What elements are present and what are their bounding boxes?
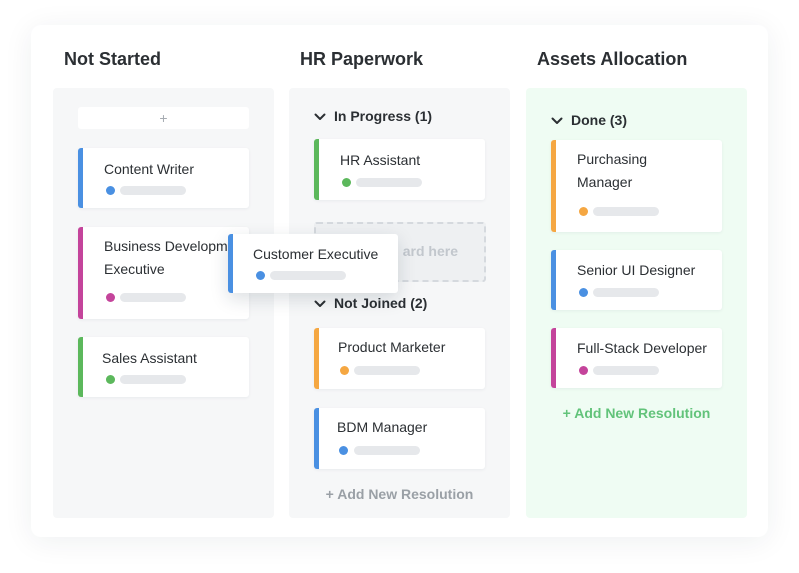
card-purchasing-manager[interactable]: Purchasing Manager: [551, 140, 722, 232]
chevron-down-icon: [551, 112, 563, 128]
card-title: Content Writer: [104, 161, 194, 177]
placeholder-line: [120, 293, 186, 302]
placeholder-line: [593, 366, 659, 375]
card-title: Purchasing Manager: [577, 151, 648, 190]
card-bdm-manager[interactable]: BDM Manager: [314, 408, 485, 469]
card-title: Full-Stack Developer: [577, 340, 707, 356]
placeholder-line: [356, 178, 422, 187]
group-label: In Progress (1): [334, 108, 433, 124]
placeholder-line: [270, 271, 346, 280]
placeholder-line: [120, 186, 186, 195]
group-label: Done (3): [571, 112, 627, 128]
status-dot: [342, 178, 351, 187]
status-dot: [106, 375, 115, 384]
chevron-down-icon: [314, 108, 326, 124]
status-dot: [579, 288, 588, 297]
card-color-bar: [551, 328, 556, 388]
group-header-in-progress[interactable]: In Progress (1): [314, 108, 432, 124]
card-title: BDM Manager: [337, 419, 428, 435]
status-dot: [256, 271, 265, 280]
drop-zone-text: ard here: [402, 243, 458, 259]
status-dot: [106, 186, 115, 195]
status-dot: [106, 293, 115, 302]
card-color-bar: [78, 227, 83, 319]
add-new-resolution-link[interactable]: + Add New Resolution: [289, 486, 510, 502]
group-header-not-joined[interactable]: Not Joined (2): [314, 295, 427, 311]
status-dot: [339, 446, 348, 455]
card-color-bar: [78, 337, 83, 397]
card-color-bar: [551, 140, 556, 232]
card-title: HR Assistant: [340, 152, 421, 168]
card-product-marketer[interactable]: Product Marketer: [314, 328, 485, 389]
column-assets-allocation: Done (3) Purchasing Manager Senior UI De…: [526, 88, 747, 518]
card-business-development-executive[interactable]: Business Development Executive: [78, 227, 249, 319]
card-title: Customer Executive: [253, 246, 379, 262]
column-title-assets-allocation: Assets Allocation: [537, 49, 688, 69]
card-hr-assistant[interactable]: HR Assistant: [314, 139, 485, 200]
column-title-hr-paperwork: HR Paperwork: [300, 49, 424, 69]
column-title-not-started: Not Started: [64, 49, 162, 69]
card-senior-ui-designer[interactable]: Senior UI Designer: [551, 250, 722, 310]
card-title: Sales Assistant: [102, 350, 197, 366]
status-dot: [340, 366, 349, 375]
column-not-started: + Content Writer Business Development Ex…: [53, 88, 274, 518]
card-color-bar: [551, 250, 556, 310]
placeholder-line: [354, 446, 420, 455]
card-content-writer[interactable]: Content Writer: [78, 148, 249, 208]
card-color-bar: [78, 148, 83, 208]
placeholder-line: [593, 207, 659, 216]
placeholder-line: [120, 375, 186, 384]
column-hr-paperwork: In Progress (1) HR Assistant ard here No…: [289, 88, 510, 518]
card-color-bar: [314, 139, 319, 200]
status-dot: [579, 207, 588, 216]
status-dot: [579, 366, 588, 375]
add-new-resolution-link[interactable]: + Add New Resolution: [526, 405, 747, 421]
add-card-button[interactable]: +: [78, 107, 249, 129]
card-title: Product Marketer: [338, 339, 446, 355]
card-title: Senior UI Designer: [577, 262, 696, 278]
chevron-down-icon: [314, 295, 326, 311]
placeholder-line: [593, 288, 659, 297]
group-header-done[interactable]: Done (3): [551, 112, 627, 128]
placeholder-line: [354, 366, 420, 375]
group-label: Not Joined (2): [334, 295, 428, 311]
card-color-bar: [314, 408, 319, 469]
card-color-bar: [314, 328, 319, 389]
dragging-card-customer-executive[interactable]: Customer Executive: [228, 234, 398, 293]
card-color-bar: [228, 234, 233, 293]
card-full-stack-developer[interactable]: Full-Stack Developer: [551, 328, 722, 388]
card-sales-assistant[interactable]: Sales Assistant: [78, 337, 249, 397]
